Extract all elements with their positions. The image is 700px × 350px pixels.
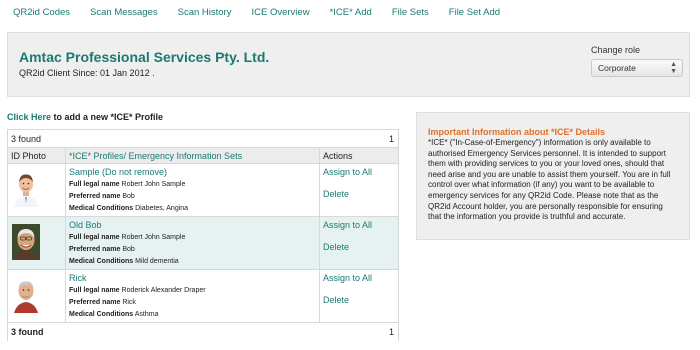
column-divider: [65, 164, 66, 216]
info-title: Important Information about *ICE* Detail…: [428, 127, 606, 137]
medical-conditions: Medical Conditions Diabetes, Angina: [69, 205, 188, 212]
role-select-value: Corporate: [598, 63, 636, 73]
preferred-name: Preferred name Bob: [69, 246, 135, 253]
change-role-label: Change role: [591, 45, 641, 55]
preferred-name-value: Bob: [122, 246, 135, 253]
preferred-name-label: Preferred name: [69, 193, 121, 200]
nav-scan-history[interactable]: Scan History: [178, 7, 232, 18]
table-row: Sample (Do not remove) Full legal name R…: [8, 164, 398, 217]
avatar: [12, 171, 40, 207]
table-count-top: 3 found 1: [8, 130, 398, 148]
medical-conditions-label: Medical Conditions: [69, 311, 134, 318]
change-role-select[interactable]: Corporate ▲ ▼: [591, 59, 683, 77]
add-profile-text: to add a new *ICE* Profile: [51, 112, 164, 122]
nav-qr2id-codes[interactable]: QR2id Codes: [13, 7, 70, 18]
medical-conditions: Medical Conditions Mild dementia: [69, 258, 179, 265]
profiles-table: 3 found 1 ID Photo *ICE* Profiles/ Emerg…: [7, 129, 399, 341]
assign-to-all-button[interactable]: Assign to All: [323, 220, 372, 230]
column-actions: Actions: [323, 151, 353, 161]
preferred-name-value: Rick: [122, 299, 136, 306]
column-divider: [65, 217, 66, 269]
legal-name-value: Robert John Sample: [121, 181, 186, 188]
medical-conditions-value: Asthma: [134, 311, 159, 318]
nav-ice-add[interactable]: *ICE* Add: [330, 7, 372, 18]
legal-name-value: Robert John Sample: [121, 234, 186, 241]
page-number[interactable]: 1: [389, 327, 394, 337]
table-count-bottom: 3 found 1: [8, 323, 398, 341]
table-row: Old Bob Full legal name Robert John Samp…: [8, 217, 398, 270]
medical-conditions-value: Mild dementia: [135, 258, 179, 265]
profile-name-link[interactable]: Old Bob: [69, 220, 102, 230]
account-header: Amtac Professional Services Pty. Ltd. QR…: [7, 32, 690, 97]
page-number[interactable]: 1: [389, 134, 394, 144]
avatar: [12, 277, 40, 313]
column-divider: [65, 270, 66, 322]
avatar: [12, 224, 40, 260]
nav-scan-messages[interactable]: Scan Messages: [90, 7, 158, 18]
legal-name-label: Full legal name: [69, 234, 120, 241]
company-name: Amtac Professional Services Pty. Ltd.: [19, 49, 270, 65]
preferred-name-label: Preferred name: [69, 299, 121, 306]
delete-button[interactable]: Delete: [323, 242, 349, 252]
legal-name-value: Roderick Alexander Draper: [121, 287, 206, 294]
delete-button[interactable]: Delete: [323, 189, 349, 199]
result-count: 3 found: [11, 134, 42, 144]
preferred-name: Preferred name Rick: [69, 299, 136, 306]
medical-conditions-label: Medical Conditions: [69, 258, 134, 265]
column-divider: [319, 217, 320, 269]
legal-name: Full legal name Roderick Alexander Drape…: [69, 287, 206, 294]
result-count: 3 found: [11, 327, 44, 337]
nav-file-sets[interactable]: File Sets: [392, 7, 429, 18]
table-row: Rick Full legal name Roderick Alexander …: [8, 270, 398, 323]
medical-conditions: Medical Conditions Asthma: [69, 311, 158, 318]
assign-to-all-button[interactable]: Assign to All: [323, 273, 372, 283]
preferred-name: Preferred name Bob: [69, 193, 135, 200]
top-navigation: QR2id Codes Scan Messages Scan History I…: [0, 0, 700, 24]
preferred-name-label: Preferred name: [69, 246, 121, 253]
client-since: QR2id Client Since: 01 Jan 2012 .: [19, 68, 155, 78]
legal-name-label: Full legal name: [69, 287, 120, 294]
ice-info-panel: Important Information about *ICE* Detail…: [416, 112, 690, 240]
legal-name-label: Full legal name: [69, 181, 120, 188]
nav-ice-overview[interactable]: ICE Overview: [251, 7, 309, 18]
add-profile-link[interactable]: Click Here: [7, 112, 51, 122]
profile-name-link[interactable]: Sample (Do not remove): [69, 167, 167, 177]
legal-name: Full legal name Robert John Sample: [69, 181, 185, 188]
delete-button[interactable]: Delete: [323, 295, 349, 305]
add-profile-line: Click Here to add a new *ICE* Profile: [7, 112, 163, 122]
medical-conditions-value: Diabetes, Angina: [135, 205, 189, 212]
medical-conditions-label: Medical Conditions: [69, 205, 134, 212]
column-divider: [65, 148, 66, 163]
legal-name: Full legal name Robert John Sample: [69, 234, 185, 241]
preferred-name-value: Bob: [122, 193, 135, 200]
column-profiles[interactable]: *ICE* Profiles/ Emergency Information Se…: [69, 151, 242, 161]
profile-name-link[interactable]: Rick: [69, 273, 87, 283]
info-body: *ICE* ("In-Case-of-Emergency") informati…: [428, 138, 671, 222]
select-arrows-icon: ▲ ▼: [670, 61, 677, 75]
nav-file-set-add[interactable]: File Set Add: [449, 7, 500, 18]
column-id-photo: ID Photo: [11, 151, 47, 161]
column-divider: [319, 164, 320, 216]
column-divider: [319, 270, 320, 322]
column-divider: [319, 148, 320, 163]
table-header: ID Photo *ICE* Profiles/ Emergency Infor…: [8, 148, 398, 164]
assign-to-all-button[interactable]: Assign to All: [323, 167, 372, 177]
